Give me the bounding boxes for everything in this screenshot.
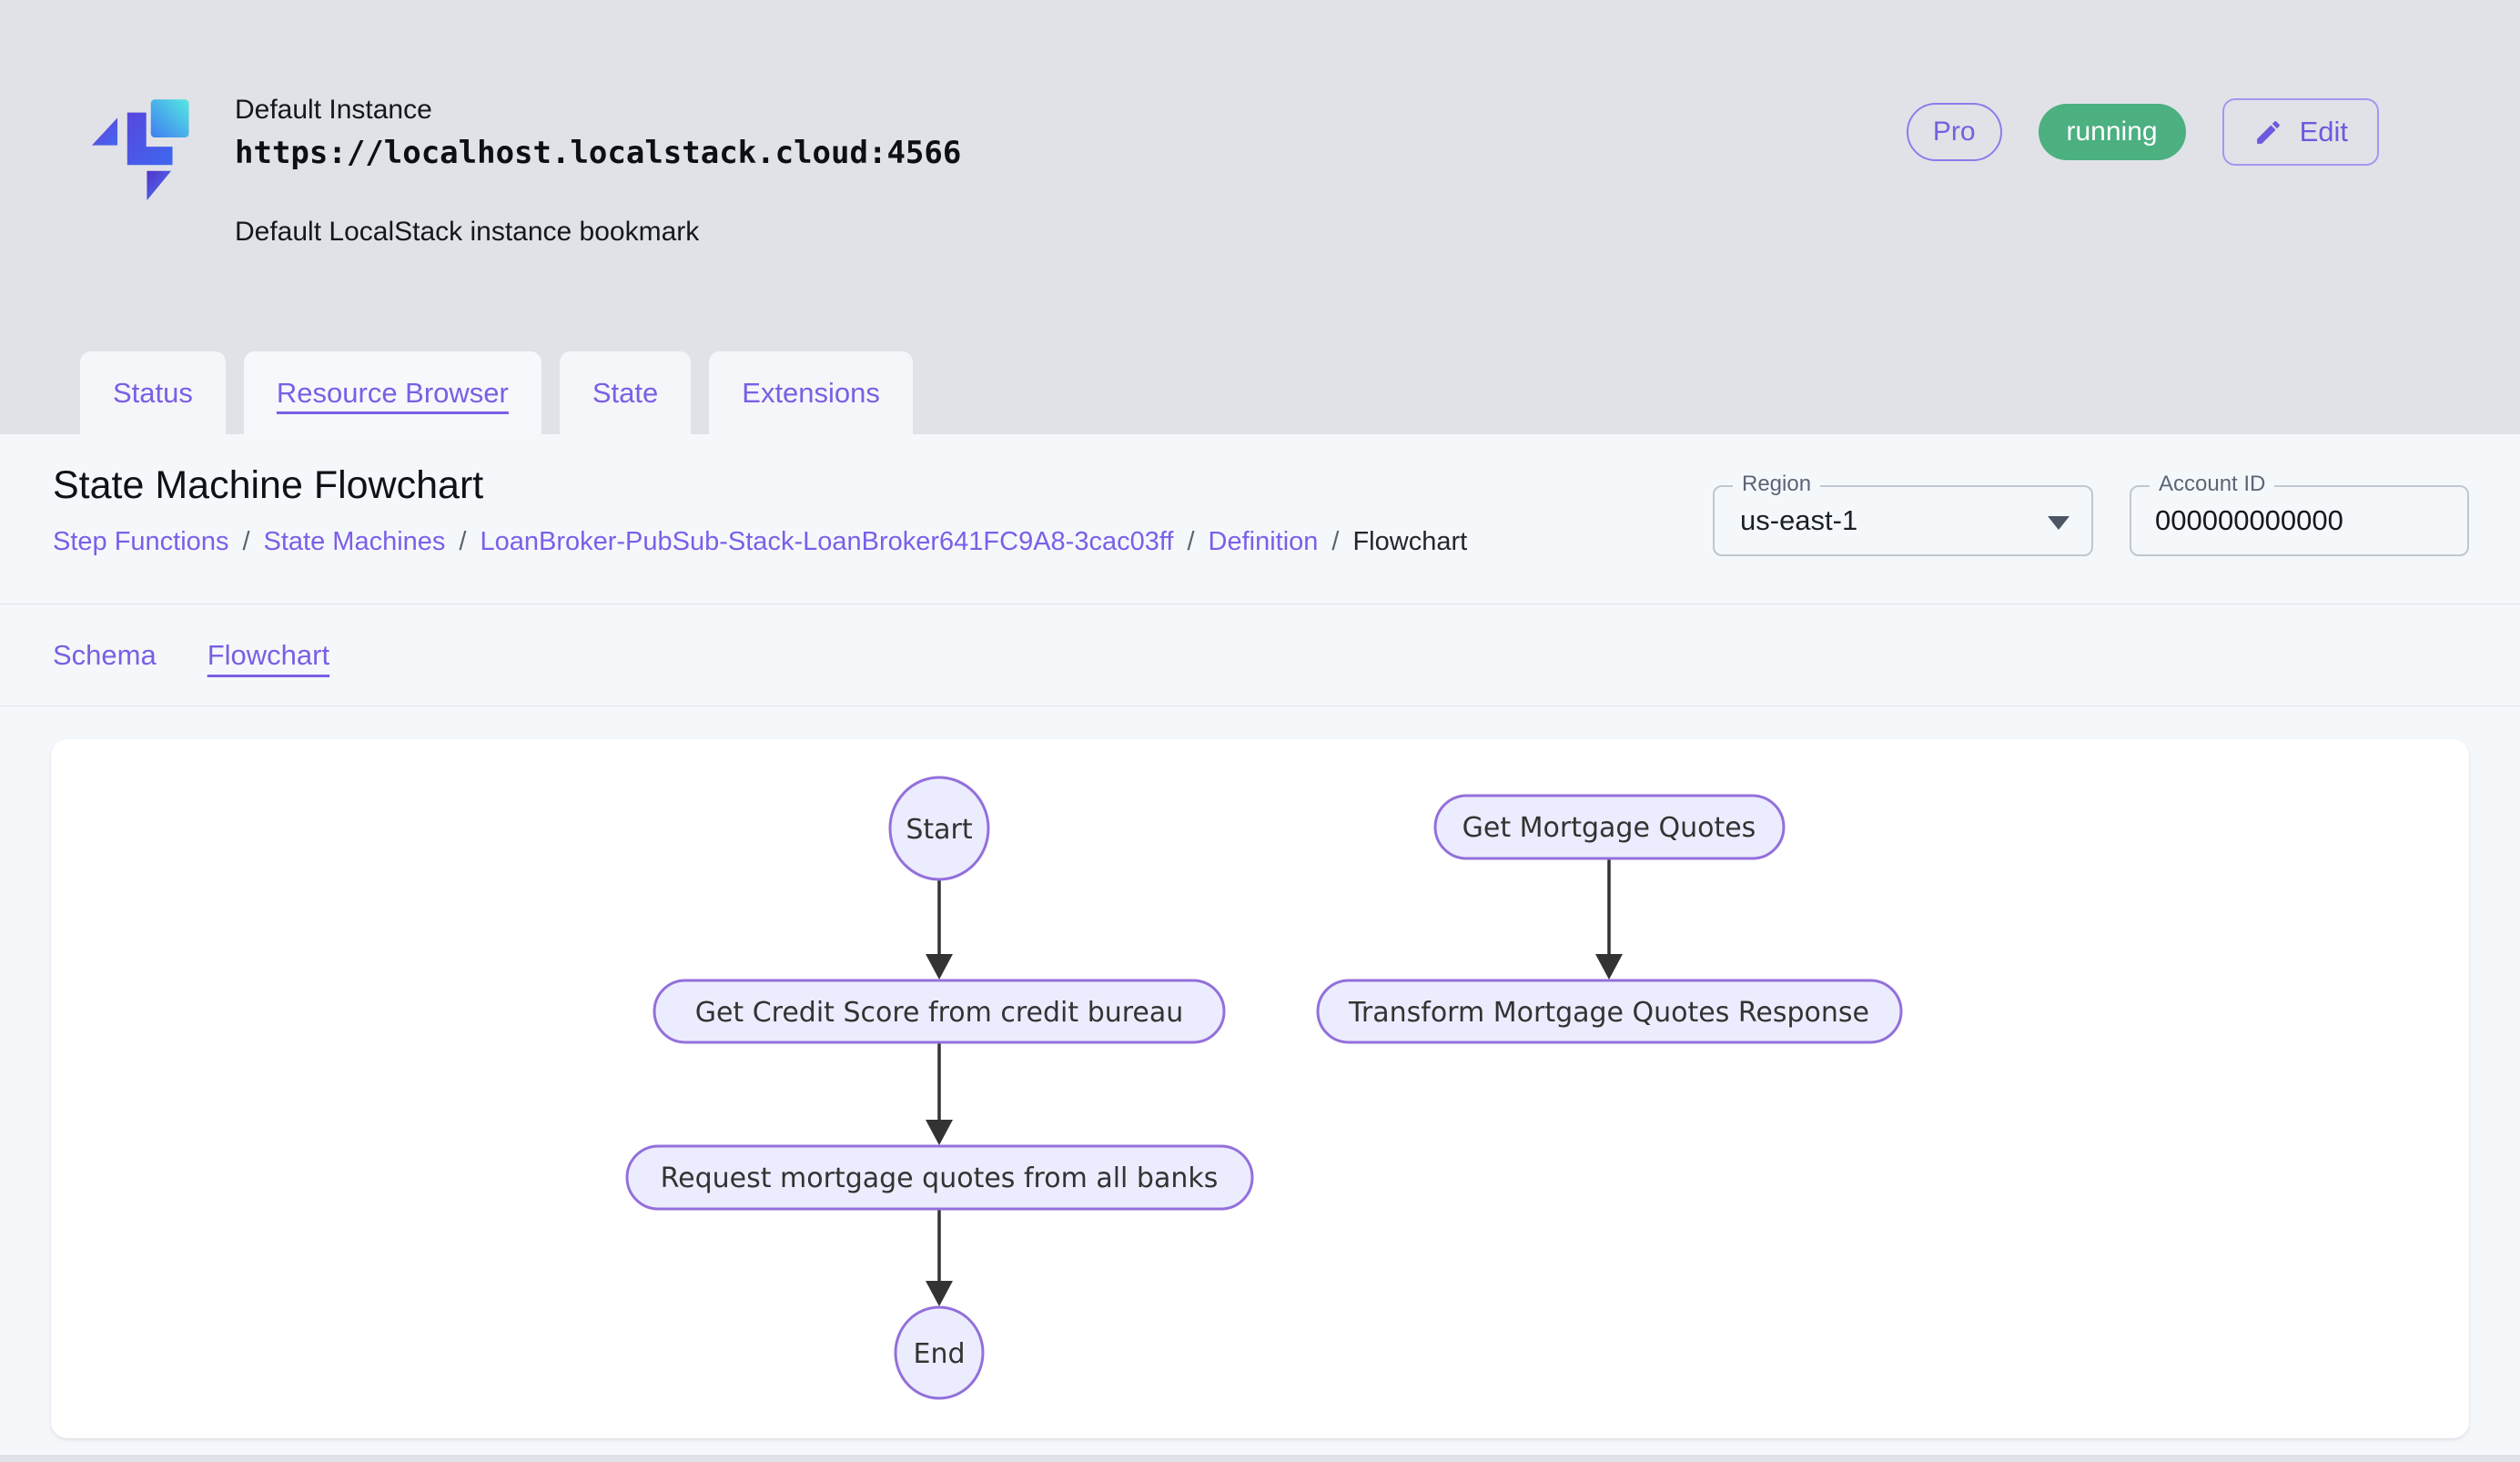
tab-resource-browser[interactable]: Resource Browser [244, 351, 541, 434]
pro-badge: Pro [1907, 103, 2002, 161]
region-select-label: Region [1733, 472, 1820, 497]
flow-node-request-quotes: Request mortgage quotes from all banks [627, 1146, 1252, 1209]
flow-node-get-credit-score: Get Credit Score from credit bureau [654, 980, 1224, 1042]
account-id-field: Account ID [2130, 485, 2469, 556]
region-select[interactable]: Region us-east-1 [1713, 485, 2093, 556]
svg-text:Request mortgage quotes from a: Request mortgage quotes from all banks [661, 1162, 1219, 1194]
subtab-flowchart[interactable]: Flowchart [207, 639, 329, 672]
definition-subtabs: Schema Flowchart [0, 604, 2520, 706]
title-section: State Machine Flowchart Step Functions /… [0, 434, 2520, 604]
localstack-logo [80, 84, 211, 215]
account-id-input[interactable] [2131, 487, 2467, 554]
svg-text:End: End [913, 1338, 965, 1370]
breadcrumb-flowchart: Flowchart [1352, 527, 1467, 557]
arrow-down-icon [926, 1281, 953, 1306]
region-select-value: us-east-1 [1715, 504, 1857, 537]
account-id-label: Account ID [2150, 472, 2274, 497]
tab-state[interactable]: State [560, 351, 691, 434]
svg-text:Transform Mortgage Quotes Resp: Transform Mortgage Quotes Response [1348, 997, 1869, 1029]
tab-bar: Status Resource Browser State Extensions [80, 351, 913, 434]
breadcrumb-separator: / [242, 527, 249, 557]
flowchart-card: Start Get Credit Score from credit burea… [51, 739, 2469, 1438]
instance-name: Default Instance [235, 95, 961, 126]
edit-button-label: Edit [2300, 116, 2348, 148]
instance-description: Default LocalStack instance bookmark [235, 217, 961, 248]
state-machine-flowchart: Start Get Credit Score from credit burea… [51, 739, 2469, 1438]
flow-edge-quotes-to-transform [1595, 858, 1623, 980]
scope-controls: Region us-east-1 Account ID [1713, 485, 2469, 556]
breadcrumb-definition[interactable]: Definition [1209, 527, 1319, 557]
resource-browser-panel: State Machine Flowchart Step Functions /… [0, 434, 2520, 1455]
breadcrumb-separator: / [1331, 527, 1339, 557]
breadcrumb-separator: / [459, 527, 466, 557]
arrow-down-icon [1595, 954, 1623, 980]
breadcrumb-state-machine-name[interactable]: LoanBroker-PubSub-Stack-LoanBroker641FC9… [480, 527, 1173, 557]
page-title: State Machine Flowchart [53, 463, 483, 508]
breadcrumb-separator: / [1187, 527, 1194, 557]
flow-node-get-mortgage-quotes: Get Mortgage Quotes [1435, 796, 1784, 858]
pencil-icon [2253, 117, 2283, 147]
flow-node-start: Start [890, 777, 988, 879]
arrow-down-icon [926, 954, 953, 980]
header-actions: Pro running Edit [1907, 98, 2379, 166]
tab-status[interactable]: Status [80, 351, 226, 434]
breadcrumb: Step Functions / State Machines / LoanBr… [53, 527, 1467, 557]
flow-node-end: End [896, 1307, 983, 1398]
status-badge: running [2039, 104, 2186, 160]
flow-edge-request-to-end [926, 1209, 953, 1306]
instance-url: https://localhost.localstack.cloud:4566 [235, 135, 961, 171]
flow-edge-credit-to-request [926, 1042, 953, 1145]
tab-extensions[interactable]: Extensions [709, 351, 913, 434]
svg-text:Start: Start [906, 814, 973, 846]
breadcrumb-state-machines[interactable]: State Machines [264, 527, 446, 557]
instance-info: Default Instance https://localhost.local… [235, 95, 961, 248]
svg-text:Get Mortgage Quotes: Get Mortgage Quotes [1462, 812, 1756, 844]
chevron-down-icon [2048, 516, 2070, 530]
flow-node-transform-response: Transform Mortgage Quotes Response [1318, 980, 1901, 1042]
svg-text:Get Credit Score from credit b: Get Credit Score from credit bureau [695, 997, 1184, 1029]
breadcrumb-step-functions[interactable]: Step Functions [53, 527, 228, 557]
arrow-down-icon [926, 1120, 953, 1145]
subtab-schema[interactable]: Schema [53, 639, 157, 672]
edit-button[interactable]: Edit [2222, 98, 2379, 166]
flow-edge-start-to-credit [926, 879, 953, 980]
